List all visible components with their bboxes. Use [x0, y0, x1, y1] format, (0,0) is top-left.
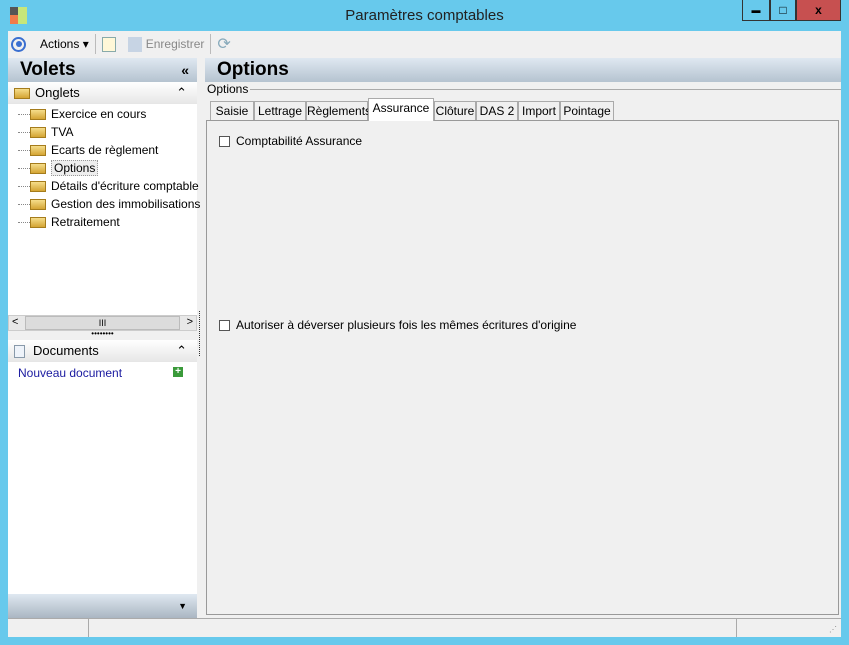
tree-item[interactable]: Retraitement — [18, 213, 120, 231]
refresh-icon[interactable]: ⟳ — [217, 34, 230, 54]
options-header: Options — [205, 58, 841, 82]
tab-das-2[interactable]: DAS 2 — [476, 101, 518, 120]
tab-saisie[interactable]: Saisie — [210, 101, 254, 120]
tree-item[interactable]: Exercice en cours — [18, 105, 146, 123]
folder-icon — [30, 127, 46, 139]
checkbox-comptabilite-assurance[interactable]: Comptabilité Assurance — [219, 134, 362, 148]
save-button[interactable]: Enregistrer — [127, 36, 204, 52]
separator — [94, 34, 96, 54]
folder-icon — [30, 199, 46, 211]
volets-header: Volets « — [8, 58, 197, 82]
tree-item[interactable]: Options — [18, 159, 99, 177]
folder-icon — [14, 88, 30, 100]
scroll-left-button[interactable]: < — [12, 316, 18, 328]
chevron-up-icon[interactable]: ⌃ — [176, 340, 187, 362]
documents-header[interactable]: Documents ⌃ — [8, 340, 197, 362]
tab-règlements[interactable]: Règlements — [306, 101, 371, 120]
tree-item[interactable]: Gestion des immobilisations — [18, 195, 200, 213]
collapse-button[interactable]: « — [181, 58, 189, 82]
status-bar: ⋰ — [8, 618, 841, 637]
onglets-tree: Exercice en cours TVA Ecarts de règlement O… — [8, 105, 200, 315]
folder-icon — [30, 181, 46, 193]
tab-pointage[interactable]: Pointage — [560, 101, 614, 120]
client-area: Actions ▾ Enregistrer ⟳ Volets « Onglets ⌃… — [8, 31, 841, 637]
target-icon[interactable] — [11, 36, 26, 52]
tab-clôture[interactable]: Clôture — [434, 101, 476, 120]
status-pane — [88, 619, 89, 637]
scroll-thumb[interactable]: III — [25, 316, 180, 330]
status-pane — [736, 619, 737, 637]
document-icon — [14, 345, 25, 359]
scroll-right-button[interactable]: > — [187, 316, 193, 328]
panel-footer[interactable]: ▼ — [8, 594, 197, 618]
tab-lettrage[interactable]: Lettrage — [254, 101, 306, 120]
tab-strip: Saisie Lettrage Règlements Assurance Clôture… — [206, 98, 840, 121]
onglets-header[interactable]: Onglets ⌃ — [8, 82, 197, 104]
save-icon — [127, 36, 142, 52]
window-title: Paramètres comptables — [345, 7, 504, 24]
toolbar: Actions ▾ Enregistrer ⟳ — [8, 31, 841, 57]
vertical-splitter[interactable] — [199, 311, 201, 356]
maximize-button[interactable]: □ — [770, 0, 796, 21]
close-button[interactable]: x — [796, 0, 841, 21]
folder-icon — [30, 145, 46, 157]
options-group-label: Options — [207, 82, 841, 96]
tree-item[interactable]: TVA — [18, 123, 73, 141]
resize-grip[interactable]: ⋰ — [829, 625, 837, 634]
tab-content: Comptabilité Assurance Autoriser à déver… — [206, 120, 839, 615]
new-document-link[interactable]: Nouveau document — [18, 366, 122, 380]
folder-icon — [30, 109, 46, 121]
folder-icon — [30, 163, 46, 175]
tree-item[interactable]: Détails d'écriture comptable — [18, 177, 199, 195]
actions-menu[interactable]: Actions ▾ — [40, 37, 89, 51]
tab-assurance[interactable]: Assurance — [368, 98, 434, 121]
tree-item[interactable]: Ecarts de règlement — [18, 141, 158, 159]
add-icon[interactable]: + — [173, 367, 183, 377]
separator — [210, 34, 212, 54]
chevron-up-icon[interactable]: ⌃ — [176, 82, 187, 104]
new-icon[interactable] — [101, 36, 116, 52]
folder-icon — [30, 217, 46, 229]
checkbox-autoriser-deverser[interactable]: Autoriser à déverser plusieurs fois les … — [219, 318, 576, 332]
minimize-button[interactable]: ▬ — [742, 0, 770, 21]
splitter[interactable]: •••••••• — [8, 330, 197, 340]
tab-import[interactable]: Import — [518, 101, 560, 120]
side-panel: Volets « Onglets ⌃ Exercice en cours TVA Eca… — [8, 58, 200, 618]
